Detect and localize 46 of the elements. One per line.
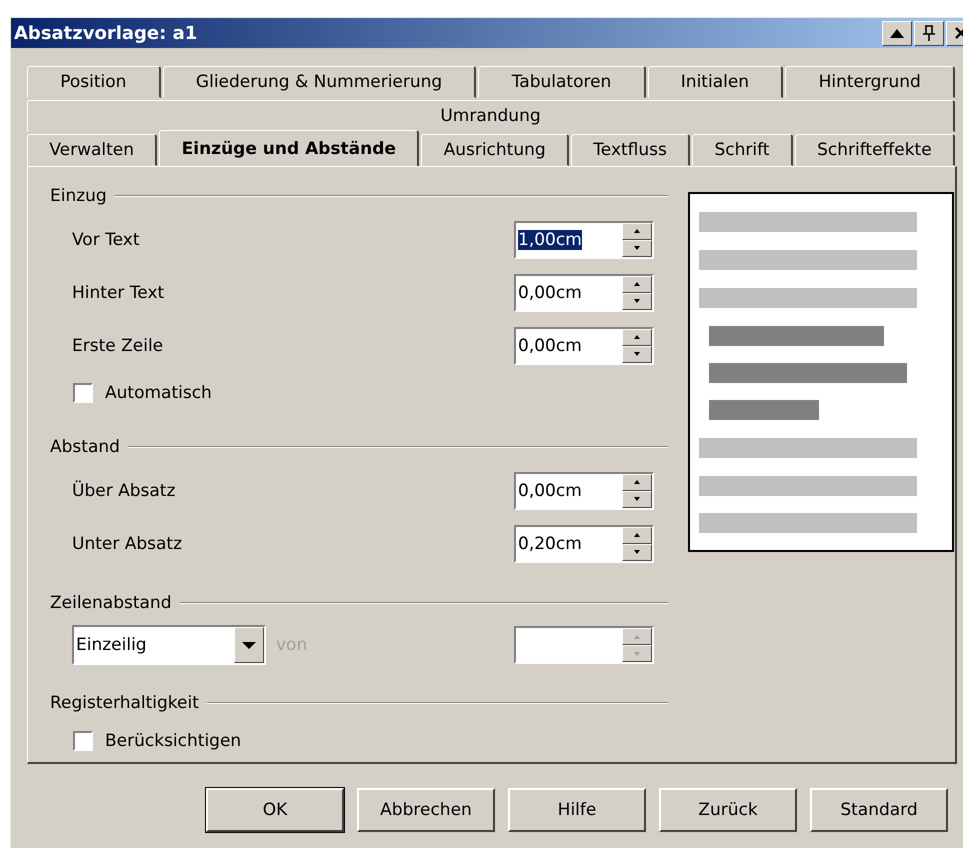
field-value: 0,20cm — [518, 534, 582, 554]
tab[interactable]: Schrift — [692, 134, 793, 166]
spin-field[interactable]: 0,00cm — [514, 472, 654, 510]
tab[interactable]: Hintergrund — [785, 66, 956, 98]
up-triangle-icon — [889, 27, 905, 39]
spin-field[interactable]: 0,00cm — [514, 326, 654, 364]
spin-field[interactable] — [514, 626, 654, 664]
field-label: Erste Zeile — [72, 336, 164, 356]
pin-button[interactable] — [914, 20, 944, 46]
field-label: Unter Absatz — [72, 534, 182, 554]
field-label: Vor Text — [72, 230, 140, 250]
field-value: 1,00cm — [518, 230, 582, 250]
dialog-button[interactable]: Zurück — [659, 788, 797, 832]
dialog-button[interactable]: Hilfe — [508, 788, 646, 832]
tab[interactable]: Gliederung & Nummerierung — [162, 66, 476, 98]
spin-field[interactable]: 0,20cm — [514, 524, 654, 562]
dialog-button[interactable]: OK — [206, 788, 344, 832]
tab[interactable]: Textfluss — [570, 134, 690, 166]
dialog-button[interactable]: Abbrechen — [357, 788, 495, 832]
field-value: 0,00cm — [518, 480, 582, 500]
field-value: 0,00cm — [518, 282, 582, 302]
tab[interactable]: Ausrichtung — [421, 134, 569, 166]
tab[interactable]: Tabulatoren — [478, 66, 646, 98]
section-title: Einzug — [50, 186, 107, 206]
field-label: Hinter Text — [72, 282, 164, 302]
checkbox-label: Berücksichtigen — [105, 731, 242, 751]
tab[interactable]: Schrifteffekte — [794, 134, 955, 166]
window-title: Absatzvorlage: a1 — [14, 22, 198, 44]
tab[interactable]: Initialen — [648, 66, 784, 98]
collapse-button[interactable] — [882, 20, 912, 46]
section-title: Zeilenabstand — [50, 593, 172, 613]
pin-icon — [921, 24, 937, 42]
spin-field[interactable]: 1,00cm — [514, 220, 654, 258]
tab[interactable]: Einzüge und Abstände — [159, 130, 420, 166]
checkbox[interactable] — [73, 731, 93, 751]
spin-field[interactable]: 0,00cm — [514, 274, 654, 312]
dialog-button[interactable]: Standard — [810, 788, 948, 832]
section-title: Registerhaltigkeit — [50, 693, 199, 713]
checkbox[interactable] — [73, 383, 93, 403]
field-label: Über Absatz — [72, 480, 176, 500]
tab[interactable]: Verwalten — [27, 134, 158, 166]
field-value: 0,00cm — [518, 336, 582, 356]
tab[interactable]: Position — [27, 66, 161, 98]
section-title: Abstand — [50, 437, 120, 457]
tab[interactable]: Umrandung — [27, 100, 955, 132]
checkbox-label: Automatisch — [105, 383, 212, 403]
